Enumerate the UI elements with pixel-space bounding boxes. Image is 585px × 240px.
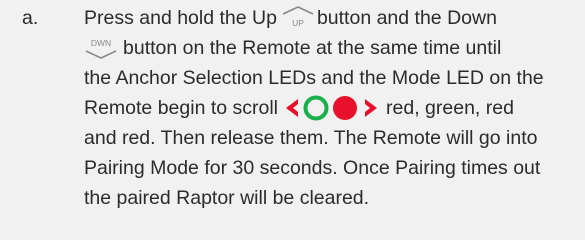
step-line-6: Pairing Mode for 30 seconds. Once Pairin…	[84, 157, 541, 179]
red-led-icon	[333, 96, 358, 120]
left-arrow-icon	[286, 99, 299, 117]
step-line-1-end: button and the Down	[316, 7, 497, 29]
right-arrow-icon	[365, 99, 378, 117]
step-line-5: and red. Then release them. The Remote w…	[84, 127, 538, 149]
step-line-4: Remote begin to scroll red, green, red	[84, 93, 584, 123]
step-line-4-start: Remote begin to scroll	[84, 97, 279, 119]
svg-text:DWN: DWN	[91, 38, 111, 48]
svg-text:UP: UP	[292, 18, 304, 28]
green-led-icon	[303, 95, 329, 121]
step-marker: a.	[22, 7, 39, 29]
up-button-icon: UP	[280, 3, 316, 33]
led-sequence-icon	[283, 93, 381, 123]
instruction-page: a. Press and hold the Up UP button and t…	[0, 0, 585, 240]
step-line-1-start: Press and hold the Up	[84, 7, 277, 29]
step-line-7: the paired Raptor will be cleared.	[84, 187, 370, 209]
step-text: Press and hold the Up UP button and the …	[84, 3, 584, 213]
step-line-2-text: button on the Remote at the same time un…	[123, 37, 502, 59]
step-line-3: the Anchor Selection LEDs and the Mode L…	[84, 67, 544, 89]
step-line-4-end: red, green, red	[386, 97, 514, 119]
step-line-2: DWN button on the Remote at the same tim…	[84, 33, 584, 63]
down-button-icon: DWN	[84, 33, 122, 63]
step-line-1: Press and hold the Up UP button and the …	[84, 3, 584, 33]
